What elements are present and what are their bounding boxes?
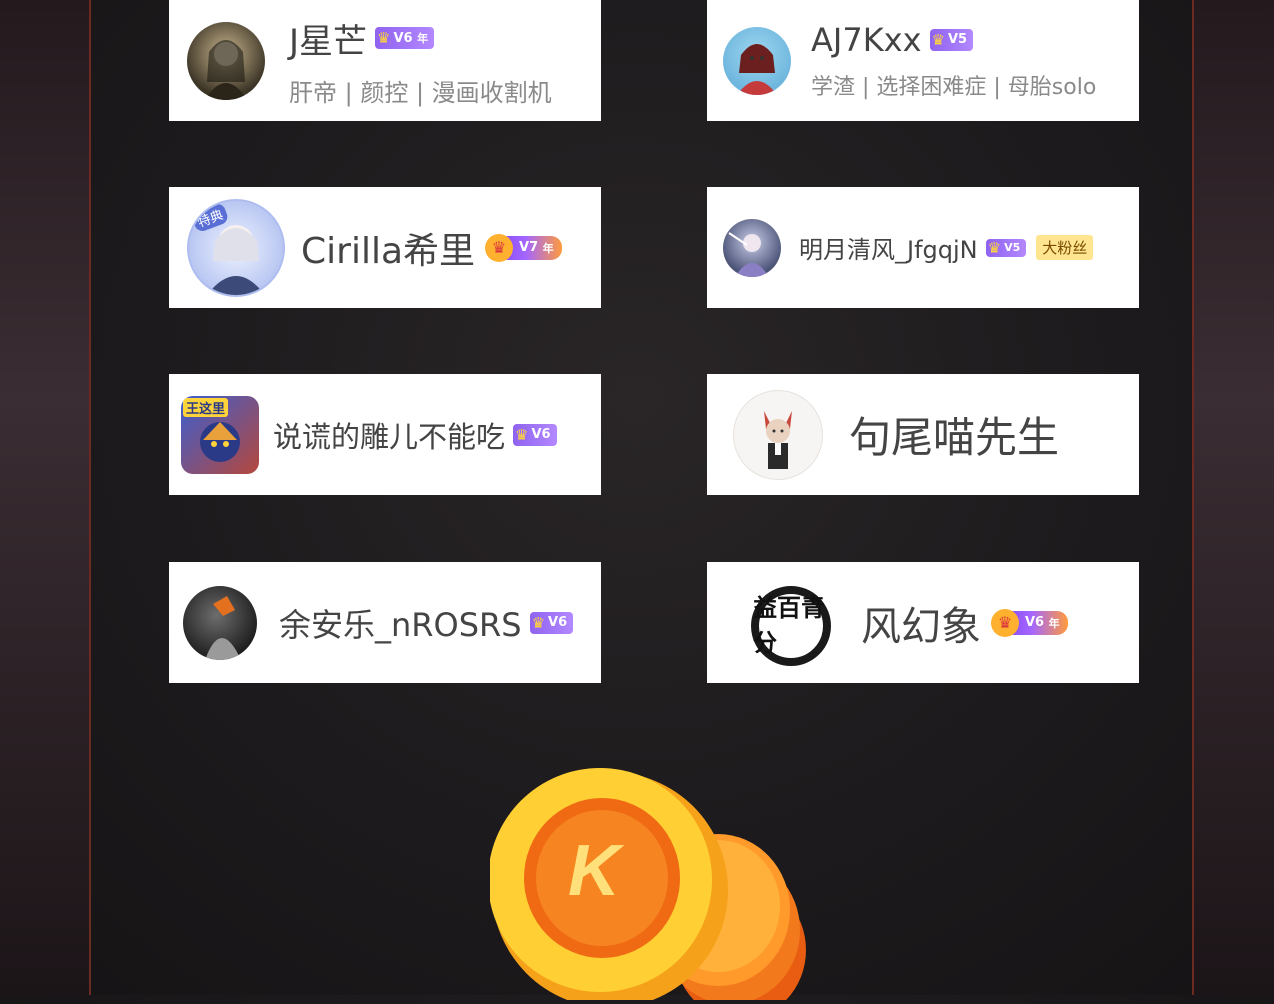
anime-avatar-icon[interactable]: 特典 xyxy=(187,198,285,297)
user-card[interactable]: AJ7Kxx ♛ V5 学渣 | 选择困难症 | 母胎solo xyxy=(707,0,1139,121)
calligraphy-text: 益百青分 xyxy=(753,592,825,657)
k-coin-letter: K xyxy=(568,831,620,911)
crown-icon: ♛ xyxy=(515,425,529,444)
vip-level-badge: ♛ V6 年 xyxy=(375,27,435,49)
user-name[interactable]: 余安乐_nROSRS xyxy=(279,600,522,646)
user-bio: 学渣 | 选择困难症 | 母胎solo xyxy=(811,74,1097,100)
user-card[interactable]: 益百青分 风幻象 ♛ V6 年 xyxy=(707,562,1139,683)
user-card[interactable]: J星芒 ♛ V6 年 肝帝 | 颜控 | 漫画收割机 xyxy=(169,0,601,121)
frame-border-right xyxy=(1192,0,1194,995)
calligraphy-avatar-icon[interactable]: 益百青分 xyxy=(745,577,835,668)
right-backdrop xyxy=(1194,0,1274,995)
cat-avatar-icon[interactable] xyxy=(733,389,823,480)
user-card[interactable]: 明月清风_JfgqjN ♛ V5 大粉丝 xyxy=(707,187,1139,308)
vip-level-badge: ♛ V5 xyxy=(985,238,1027,257)
user-name[interactable]: 明月清风_JfgqjN xyxy=(799,230,978,265)
vip-level-badge: ♛ V6 年 xyxy=(991,608,1068,637)
vip-level-badge: ♛ V5 xyxy=(929,28,974,51)
crown-icon: ♛ xyxy=(987,238,1002,257)
user-name[interactable]: Cirilla希里 xyxy=(301,222,475,274)
game-avatar-icon[interactable]: 王这里 xyxy=(181,395,259,474)
user-name[interactable]: AJ7Kxx xyxy=(811,21,922,59)
user-card[interactable]: 句尾喵先生 xyxy=(707,374,1139,495)
vip-level-badge: ♛ V6 xyxy=(513,423,557,446)
user-card[interactable]: 余安乐_nROSRS ♛ V6 xyxy=(169,562,601,683)
vip-level-badge: ♛ V6 xyxy=(529,611,574,634)
anime-avatar-icon[interactable] xyxy=(723,218,781,277)
user-name[interactable]: J星芒 xyxy=(289,14,367,63)
user-name[interactable]: 说谎的雕儿不能吃 xyxy=(273,414,505,456)
anime-avatar-icon[interactable] xyxy=(723,26,791,95)
anime-avatar-icon[interactable] xyxy=(187,21,265,100)
frame-border-left xyxy=(89,0,91,995)
crown-icon: ♛ xyxy=(531,613,546,632)
user-name[interactable]: 句尾喵先生 xyxy=(849,404,1059,465)
vip-level-badge: ♛ V7 年 xyxy=(485,233,562,262)
crown-icon: ♛ xyxy=(931,30,945,49)
crown-icon: ♛ xyxy=(991,608,1019,637)
crown-icon: ♛ xyxy=(377,29,391,47)
user-card[interactable]: 王这里 说谎的雕儿不能吃 ♛ V6 xyxy=(169,374,601,495)
crown-icon: ♛ xyxy=(485,233,514,262)
avatar-tag: 王这里 xyxy=(183,397,229,417)
photo-avatar-icon[interactable] xyxy=(183,585,257,660)
fan-badge: 大粉丝 xyxy=(1036,235,1094,260)
k-coin-icon: K xyxy=(488,760,820,1004)
user-bio: 肝帝 | 颜控 | 漫画收割机 xyxy=(289,78,552,107)
user-name[interactable]: 风幻象 xyxy=(861,594,981,652)
left-backdrop xyxy=(0,0,90,995)
user-card[interactable]: 特典 Cirilla希里 ♛ V7 年 xyxy=(169,187,601,308)
